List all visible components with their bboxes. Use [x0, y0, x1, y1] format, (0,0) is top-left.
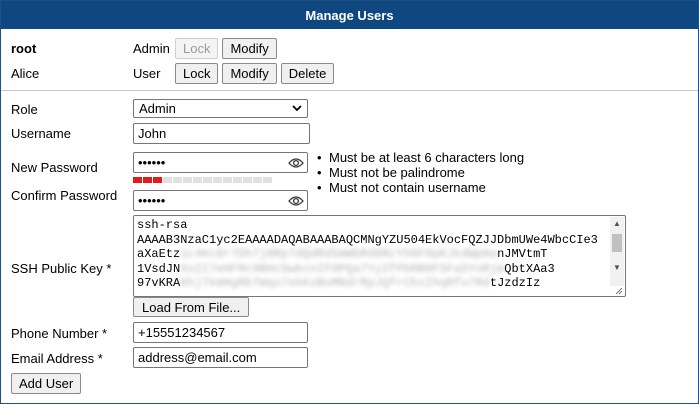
scroll-down-icon[interactable]: ▼ — [610, 261, 624, 275]
user-role: Admin — [133, 40, 170, 56]
strength-segment — [183, 177, 192, 183]
phone-number-label: Phone Number * — [11, 326, 108, 341]
load-from-file-button[interactable]: Load From File... — [133, 297, 250, 317]
scroll-up-icon[interactable]: ▲ — [610, 217, 624, 231]
ssh-line: aXaEtz1c4Kc8r7Dh7j8Rp7dQdRd5mWbRd6RcYh6F… — [137, 247, 548, 261]
new-password-input[interactable]: •••••• — [133, 152, 308, 173]
username-input[interactable]: John — [133, 123, 310, 144]
confirm-password-input[interactable]: •••••• — [133, 190, 308, 211]
email-address-label: Email Address * — [11, 351, 103, 366]
user-name: root — [11, 40, 37, 56]
new-password-value: •••••• — [138, 155, 166, 170]
textarea-scrollbar[interactable]: ▲ ▼ — [610, 217, 624, 286]
strength-segment — [163, 177, 172, 183]
ssh-line: 97vKRAKhjTkmHgRb7Wqs7ekKsBoMNdrRpJQfrChs… — [137, 276, 541, 290]
strength-segment — [263, 177, 272, 183]
delete-button-alice[interactable]: Delete — [280, 62, 335, 84]
strength-segment — [193, 177, 202, 183]
new-password-label: New Password — [11, 160, 98, 175]
strength-segment — [213, 177, 222, 183]
strength-segment — [243, 177, 252, 183]
strength-segment — [223, 177, 232, 183]
ssh-key-text: ssh-rsa AAAAB3NzaC1yc2EAAAADAQABAAABAQCMN… — [137, 218, 607, 294]
strength-segment — [153, 177, 162, 183]
modify-button-alice[interactable]: Modify — [222, 62, 277, 84]
strength-segment — [133, 177, 142, 183]
manage-users-panel: Manage Users root Admin Lock Modify Alic… — [0, 0, 699, 404]
phone-number-input[interactable]: +15551234567 — [133, 322, 308, 343]
panel-title: Manage Users — [1, 1, 698, 29]
confirm-password-value: •••••• — [138, 193, 166, 208]
strength-segment — [253, 177, 262, 183]
resize-grip-icon[interactable] — [615, 287, 623, 295]
confirm-password-label: Confirm Password — [11, 188, 118, 203]
lock-button-alice[interactable]: Lock — [175, 62, 219, 84]
ssh-public-key-textarea[interactable]: ssh-rsa AAAAB3NzaC1yc2EAAAADAQABAAABAQCMN… — [133, 215, 626, 297]
user-name: Alice — [11, 65, 40, 81]
password-rule: Must be at least 6 characters long — [317, 150, 524, 165]
strength-segment — [233, 177, 242, 183]
user-row-alice: Alice User Lock Modify Delete — [11, 62, 338, 84]
strength-segment — [143, 177, 152, 183]
eye-icon[interactable] — [288, 195, 304, 207]
strength-segment — [173, 177, 182, 183]
user-row-root: root Admin Lock Modify — [11, 37, 281, 59]
role-label: Role — [11, 102, 38, 117]
strength-segment — [203, 177, 212, 183]
role-select[interactable]: Admin — [133, 99, 308, 118]
password-rule: Must not contain username — [317, 180, 524, 195]
ssh-line: AAAAB3NzaC1yc2EAAAADAQABAAABAQCMNgYZU504… — [137, 232, 598, 247]
scroll-thumb[interactable] — [612, 234, 622, 252]
eye-icon[interactable] — [288, 157, 304, 169]
lock-button-root: Lock — [175, 37, 219, 59]
chevron-down-icon — [292, 105, 302, 112]
add-user-button[interactable]: Add User — [11, 373, 82, 394]
password-rule: Must not be palindrome — [317, 165, 524, 180]
ssh-public-key-label: SSH Public Key * — [11, 261, 112, 276]
username-label: Username — [11, 126, 71, 141]
user-role: User — [133, 65, 161, 81]
password-strength-meter — [133, 177, 272, 183]
role-select-value: Admin — [139, 101, 176, 116]
section-divider — [1, 90, 698, 91]
ssh-line: ssh-rsa — [137, 218, 188, 232]
ssh-line: 1VsdJNXo2I7eHFRc9BHcSwkcnIFOPQa7Yy2fPbRB… — [137, 261, 555, 276]
password-rules-list: Must be at least 6 characters long Must … — [317, 150, 524, 195]
email-address-input[interactable]: address@email.com — [133, 347, 308, 368]
modify-button-root[interactable]: Modify — [222, 37, 277, 59]
